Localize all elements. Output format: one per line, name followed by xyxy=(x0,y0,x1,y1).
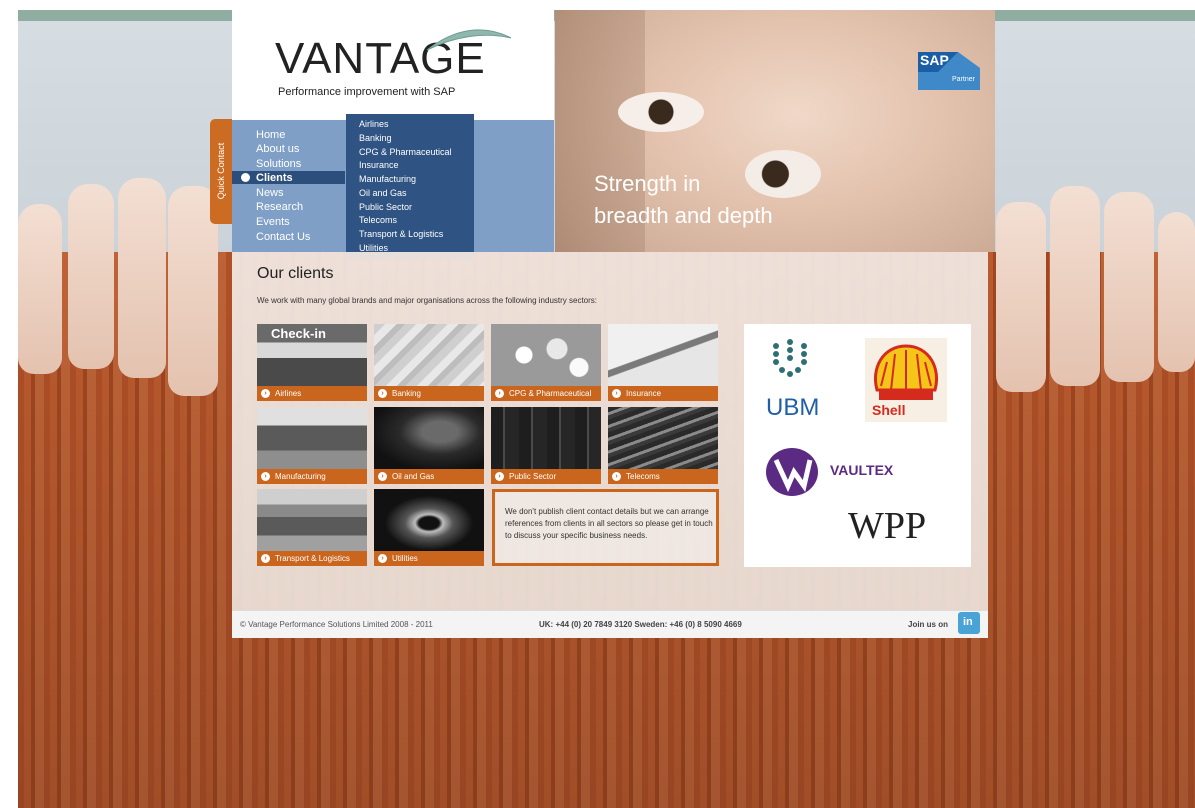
tile-label: Banking xyxy=(392,389,421,398)
nav-item-clients[interactable]: Clients xyxy=(256,172,293,184)
hero-eye-left xyxy=(618,92,704,132)
airlines-image: Check-in xyxy=(257,324,367,386)
tile-arrow-icon: › xyxy=(495,472,504,481)
tile-label: Oil and Gas xyxy=(392,472,435,481)
nav-item-about[interactable]: About us xyxy=(256,143,299,155)
wpp-logo-text: WPP xyxy=(848,505,927,547)
right-hand-image xyxy=(988,182,1195,392)
manufacturing-image xyxy=(257,407,367,469)
tile-arrow-icon: › xyxy=(261,554,270,563)
footer-join-label: Join us on xyxy=(908,620,948,629)
sector-tile-banking[interactable]: › Banking xyxy=(374,324,484,401)
tile-arrow-icon: › xyxy=(612,472,621,481)
references-notice: We don't publish client contact details … xyxy=(492,489,719,566)
insurance-image xyxy=(608,324,718,386)
dropdown-item-oil-gas[interactable]: Oil and Gas xyxy=(359,188,407,198)
footer-phone-numbers: UK: +44 (0) 20 7849 3120 Sweden: +46 (0)… xyxy=(539,620,742,629)
hero-line-1: Strength in xyxy=(594,171,701,196)
dropdown-item-airlines[interactable]: Airlines xyxy=(359,119,389,129)
cpg-image xyxy=(491,324,601,386)
tile-arrow-icon: › xyxy=(612,389,621,398)
tile-arrow-icon: › xyxy=(495,389,504,398)
page-title: Our clients xyxy=(257,265,334,282)
left-hand-image xyxy=(18,176,233,396)
hero-line-2: breadth and depth xyxy=(594,203,773,228)
tile-label: Insurance xyxy=(626,389,662,398)
references-notice-text: We don't publish client contact details … xyxy=(505,507,713,540)
nav-item-news[interactable]: News xyxy=(256,187,284,199)
banking-image xyxy=(374,324,484,386)
sector-tile-public-sector[interactable]: › Public Sector xyxy=(491,407,601,484)
linkedin-icon[interactable]: in xyxy=(958,612,980,634)
tile-arrow-icon: › xyxy=(261,389,270,398)
ubm-logo-mark-icon xyxy=(773,339,807,377)
linkedin-icon-text: in xyxy=(963,616,973,628)
tile-label: Utilities xyxy=(392,554,418,563)
utilities-image xyxy=(374,489,484,551)
logo-swoosh-icon xyxy=(426,29,512,51)
tile-label: CPG & Pharmaceutical xyxy=(509,389,592,398)
tile-label: Manufacturing xyxy=(275,472,326,481)
telecoms-image xyxy=(608,407,718,469)
footer-copyright: © Vantage Performance Solutions Limited … xyxy=(240,620,433,629)
dropdown-item-public-sector[interactable]: Public Sector xyxy=(359,202,412,212)
sector-tile-telecoms[interactable]: › Telecoms xyxy=(608,407,718,484)
sector-tile-oil-gas[interactable]: › Oil and Gas xyxy=(374,407,484,484)
nav-item-home[interactable]: Home xyxy=(256,129,285,141)
sector-tile-manufacturing[interactable]: › Manufacturing xyxy=(257,407,367,484)
dropdown-item-cpg[interactable]: CPG & Pharmaceutical xyxy=(359,147,452,157)
sector-tile-airlines[interactable]: Check-in › Airlines xyxy=(257,324,367,401)
nav-item-contact[interactable]: Contact Us xyxy=(256,231,310,243)
tile-label: Public Sector xyxy=(509,472,557,481)
oil-gas-image xyxy=(374,407,484,469)
ubm-logo-text: UBM xyxy=(766,394,820,421)
nav-item-solutions[interactable]: Solutions xyxy=(256,158,301,170)
tile-label: Transport & Logistics xyxy=(275,554,350,563)
dropdown-item-telecoms[interactable]: Telecoms xyxy=(359,215,397,225)
dropdown-item-insurance[interactable]: Insurance xyxy=(359,160,399,170)
dropdown-item-manufacturing[interactable]: Manufacturing xyxy=(359,174,416,184)
intro-text: We work with many global brands and majo… xyxy=(257,296,598,305)
public-sector-image xyxy=(491,407,601,469)
airlines-image-text: Check-in xyxy=(271,326,326,341)
dropdown-item-banking[interactable]: Banking xyxy=(359,133,392,143)
nav-active-arrow-icon xyxy=(241,173,250,182)
quick-contact-tab[interactable]: Quick Contact xyxy=(210,119,232,224)
nav-item-events[interactable]: Events xyxy=(256,216,290,228)
sector-tile-insurance[interactable]: › Insurance xyxy=(608,324,718,401)
transport-image xyxy=(257,489,367,551)
shell-logo-text: Shell xyxy=(872,402,906,418)
quick-contact-label: Quick Contact xyxy=(216,142,226,200)
sector-tile-transport[interactable]: › Transport & Logistics xyxy=(257,489,367,566)
tile-label: Telecoms xyxy=(626,472,660,481)
sector-tile-utilities[interactable]: › Utilities xyxy=(374,489,484,566)
dropdown-item-transport[interactable]: Transport & Logistics xyxy=(359,229,443,239)
tile-arrow-icon: › xyxy=(261,472,270,481)
logo-tagline: Performance improvement with SAP xyxy=(278,86,456,98)
nav-item-research[interactable]: Research xyxy=(256,201,303,213)
vaultex-logo-text: VAULTEX xyxy=(830,462,894,478)
client-logos-panel: UBM Shell VAULTEX WPP xyxy=(744,324,971,567)
vaultex-logo-icon xyxy=(766,448,818,496)
tile-arrow-icon: › xyxy=(378,389,387,398)
tile-arrow-icon: › xyxy=(378,554,387,563)
hero-tagline: Strength in breadth and depth xyxy=(594,168,773,232)
sap-partner-badge[interactable]: SAP Partner xyxy=(918,52,980,90)
sap-badge-text: SAP xyxy=(920,52,949,68)
tile-label: Airlines xyxy=(275,389,302,398)
tile-arrow-icon: › xyxy=(378,472,387,481)
sector-tile-cpg[interactable]: › CPG & Pharmaceutical xyxy=(491,324,601,401)
sap-partner-text: Partner xyxy=(952,76,975,83)
